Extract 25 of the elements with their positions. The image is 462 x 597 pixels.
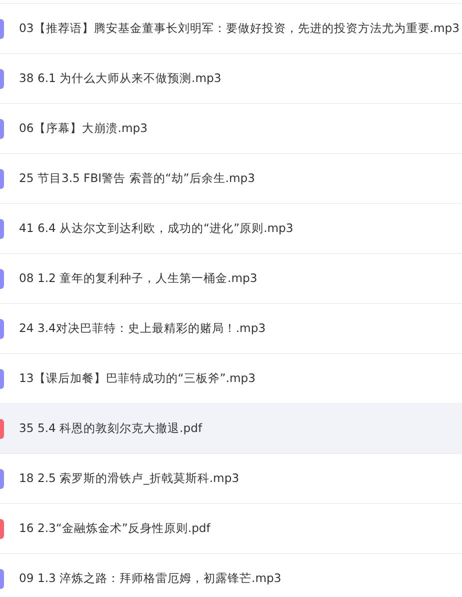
file-row[interactable]: 35 5.4 科恩的敦刻尔克大撤退.pdf — [0, 403, 462, 453]
file-name: 06【序幕】大崩溃.mp3 — [19, 121, 148, 136]
file-icon — [0, 318, 4, 338]
file-icon — [0, 418, 4, 438]
file-icon — [0, 168, 4, 188]
file-icon — [0, 468, 4, 488]
file-name: 03【推荐语】腾安基金董事长刘明军：要做好投资，先进的投资方法尤为重要.mp3 — [19, 21, 460, 36]
file-icon — [0, 218, 4, 238]
file-icon — [0, 18, 4, 38]
file-name: 38 6.1 为什么大师从来不做预测.mp3 — [19, 71, 222, 86]
file-name: 35 5.4 科恩的敦刻尔克大撤退.pdf — [19, 421, 202, 436]
file-icon — [0, 68, 4, 88]
file-name: 18 2.5 索罗斯的滑铁卢_折戟莫斯科.mp3 — [19, 471, 240, 486]
file-name: 13【课后加餐】巴菲特成功的“三板斧”.mp3 — [19, 371, 256, 386]
file-icon — [0, 268, 4, 288]
file-icon — [0, 568, 4, 588]
file-name: 16 2.3“金融炼金术”反身性原则.pdf — [19, 521, 210, 536]
file-icon — [0, 118, 4, 138]
file-name: 41 6.4 从达尔文到达利欧，成功的“进化”原则.mp3 — [19, 221, 294, 236]
file-name: 24 3.4对决巴菲特：史上最精彩的赌局！.mp3 — [19, 321, 266, 336]
file-icon — [0, 518, 4, 538]
file-name: 09 1.3 淬炼之路：拜师格雷厄姆，初露锋芒.mp3 — [19, 571, 282, 586]
file-name: 25 节目3.5 FBI警告 索普的“劫”后余生.mp3 — [19, 171, 256, 186]
file-icon — [0, 368, 4, 388]
file-name: 08 1.2 童年的复利种子，人生第一桶金.mp3 — [19, 271, 258, 286]
